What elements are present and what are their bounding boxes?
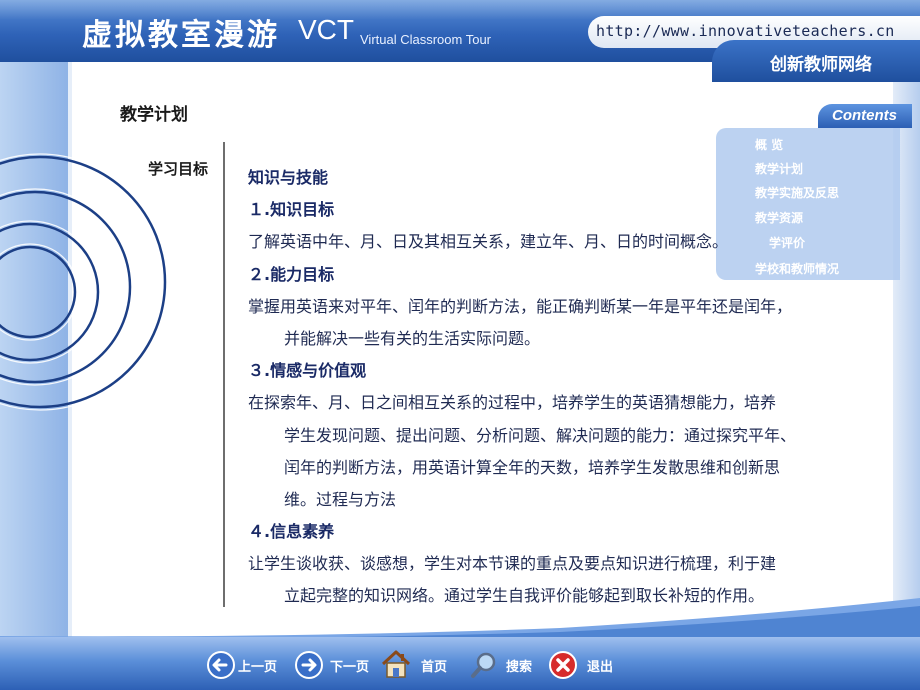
text-ability-goal-2: 并能解决一些有关的生活实际问题。 — [284, 329, 541, 348]
contents-item-school-info[interactable]: 学校和教师情况 — [755, 260, 839, 277]
search-icon — [471, 652, 496, 678]
footer-bar — [0, 637, 920, 690]
contents-item-teaching-plan[interactable]: 教学计划 — [755, 160, 803, 177]
exit-label: 退出 — [587, 660, 614, 675]
text-knowledge-goal: 了解英语中年、月、日及其相互关系，建立年、月、日的时间概念。 — [248, 232, 729, 251]
heading-emotion-values: ３.情感与价值观 — [248, 361, 367, 380]
decorative-rings — [0, 153, 169, 411]
search-label: 搜索 — [506, 660, 533, 675]
brand-name: 创新教师网络 — [770, 55, 872, 75]
section-label: 学习目标 — [148, 160, 209, 178]
logo-subtitle: Virtual Classroom Tour — [360, 32, 492, 47]
content-divider — [223, 142, 225, 607]
heading-knowledge-skills: 知识与技能 — [248, 168, 329, 187]
text-emotion-3: 闰年的判断方法，用英语计算全年的天数，培养学生发散思维和创新思 — [284, 458, 781, 477]
text-information-2: 立起完整的知识网络。通过学生自我评价能够起到取长补短的作用。 — [284, 586, 765, 605]
home-icon — [381, 650, 411, 678]
page-title: 教学计划 — [120, 105, 188, 125]
contents-item-implementation[interactable]: 教学实施及反思 — [755, 184, 839, 201]
logo-vct: VCT — [298, 14, 354, 45]
contents-panel — [716, 128, 900, 280]
prev-page-label: 上一页 — [238, 660, 278, 675]
logo-chinese: 虚拟教室漫游 — [82, 18, 280, 53]
heading-knowledge-goal: １.知识目标 — [248, 200, 335, 219]
contents-item-resources[interactable]: 教学资源 — [755, 209, 803, 226]
home-label: 首页 — [421, 660, 448, 675]
text-ability-goal-1: 掌握用英语来对平年、闰年的判断方法，能正确判断某一年是平年还是闰年， — [248, 297, 793, 316]
heading-ability-goal: ２.能力目标 — [248, 265, 335, 284]
arrow-left-icon — [207, 651, 235, 679]
next-page-label: 下一页 — [330, 660, 370, 675]
heading-information-literacy: ４.信息素养 — [248, 522, 335, 541]
text-emotion-2: 学生发现问题、提出问题、分析问题、解决问题的能力：通过探究平年、 — [284, 426, 797, 445]
arrow-right-icon — [295, 651, 323, 679]
close-icon — [549, 651, 577, 679]
contents-label: Contents — [832, 107, 897, 124]
text-information-1: 让学生谈收获、谈感想，学生对本节课的重点及要点知识进行梳理，利于建 — [248, 554, 777, 573]
text-emotion-1: 在探索年、月、日之间相互关系的过程中，培养学生的英语猜想能力，培养 — [248, 393, 777, 412]
text-emotion-4: 维。过程与方法 — [284, 490, 397, 509]
contents-item-overview[interactable]: 概 览 — [755, 136, 783, 153]
site-url[interactable]: http://www.innovativeteachers.cn — [596, 22, 895, 40]
contents-item-evaluation[interactable]: 学评价 — [769, 234, 805, 251]
